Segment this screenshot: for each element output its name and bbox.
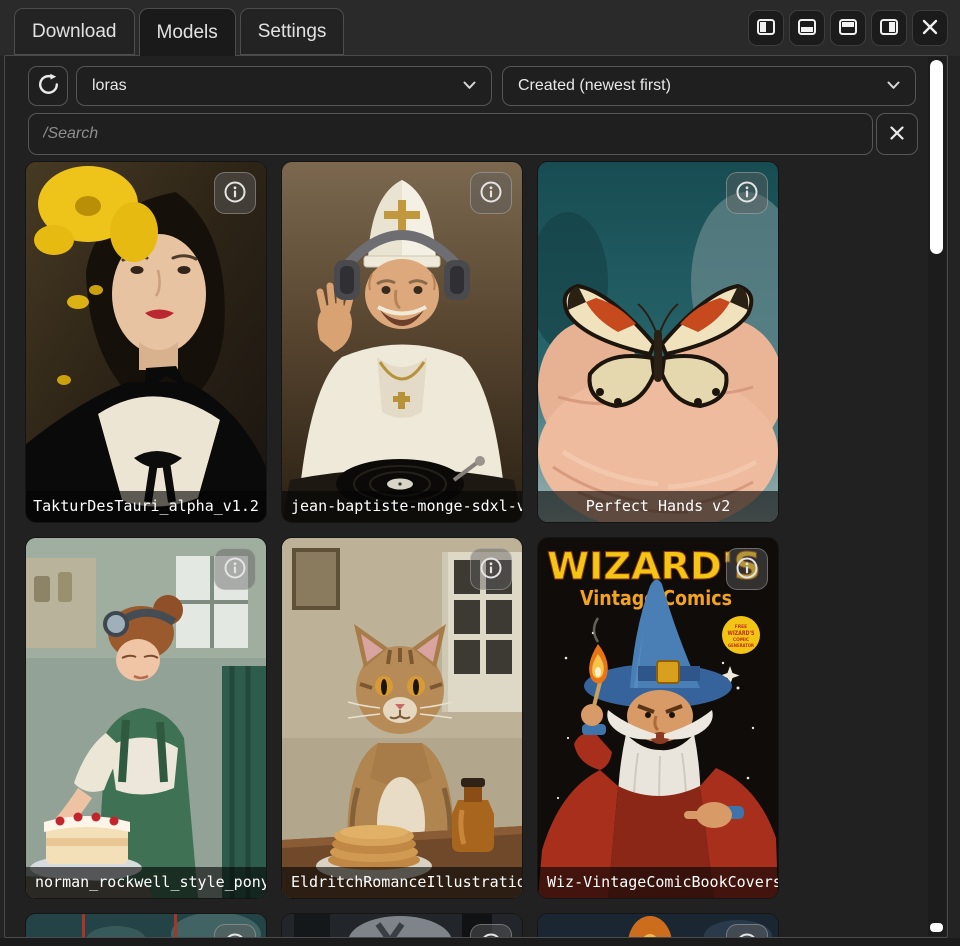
model-type-select[interactable]: loras bbox=[76, 66, 492, 106]
info-button[interactable] bbox=[726, 924, 768, 938]
info-icon bbox=[479, 556, 503, 583]
info-button[interactable] bbox=[470, 924, 512, 938]
split-left-icon bbox=[756, 17, 776, 40]
clear-icon bbox=[889, 125, 905, 144]
layout-dock-bottom-button[interactable] bbox=[789, 10, 825, 46]
svg-text:COMIC: COMIC bbox=[733, 637, 749, 643]
model-card[interactable]: TakturDesTauri_alpha_v1.2 bbox=[26, 162, 266, 522]
info-button[interactable] bbox=[470, 172, 512, 214]
model-card[interactable]: jean-baptiste-monge-sdxl-v bbox=[282, 162, 522, 522]
chevron-down-icon bbox=[463, 77, 476, 95]
info-icon bbox=[479, 180, 503, 207]
refresh-icon bbox=[37, 73, 60, 99]
model-preview-image bbox=[538, 162, 778, 522]
svg-text:WIZARD'S: WIZARD'S bbox=[728, 630, 755, 637]
model-preview-image bbox=[282, 538, 522, 898]
info-icon bbox=[735, 556, 759, 583]
info-button[interactable] bbox=[726, 172, 768, 214]
model-name: jean-baptiste-monge-sdxl-v bbox=[282, 491, 522, 522]
refresh-button[interactable] bbox=[28, 66, 68, 106]
close-icon bbox=[920, 17, 940, 40]
sort-order-value: Created (newest first) bbox=[518, 77, 671, 95]
tab-download[interactable]: Download bbox=[14, 8, 135, 55]
model-preview-image bbox=[26, 162, 266, 522]
dock-bottom-icon bbox=[797, 17, 817, 40]
clear-search-button[interactable] bbox=[876, 113, 918, 155]
tab-models[interactable]: Models bbox=[139, 8, 236, 56]
close-dialog-button[interactable] bbox=[912, 10, 948, 46]
window-title-bar: Download Models Settings bbox=[0, 0, 960, 56]
window-controls bbox=[748, 10, 948, 46]
model-preview-image: WIZARD'S Vintage Comics FREE WIZARD'S CO… bbox=[538, 538, 778, 898]
info-button[interactable] bbox=[470, 548, 512, 590]
info-icon bbox=[223, 556, 247, 583]
search-input[interactable] bbox=[28, 113, 873, 155]
info-button[interactable] bbox=[214, 924, 256, 938]
model-card-partial[interactable] bbox=[282, 914, 522, 938]
info-button[interactable] bbox=[214, 548, 256, 590]
layout-split-right-button[interactable] bbox=[871, 10, 907, 46]
model-card[interactable]: WIZARD'S Vintage Comics FREE WIZARD'S CO… bbox=[538, 538, 778, 898]
model-type-value: loras bbox=[92, 77, 127, 95]
layout-dock-top-button[interactable] bbox=[830, 10, 866, 46]
info-button[interactable] bbox=[726, 548, 768, 590]
models-panel: loras Created (newest first) bbox=[4, 55, 948, 938]
scrollbar-thumb[interactable] bbox=[930, 60, 943, 254]
scrollbar-track[interactable] bbox=[928, 57, 946, 936]
chevron-down-icon bbox=[887, 77, 900, 95]
info-button[interactable] bbox=[214, 172, 256, 214]
tab-settings[interactable]: Settings bbox=[240, 8, 345, 55]
model-card[interactable]: Perfect Hands v2 bbox=[538, 162, 778, 522]
model-preview-image bbox=[26, 538, 266, 898]
dock-top-icon bbox=[838, 17, 858, 40]
svg-text:GENERATOR: GENERATOR bbox=[728, 643, 755, 649]
bottom-edge bbox=[0, 938, 960, 946]
model-name: Perfect Hands v2 bbox=[538, 491, 778, 522]
model-card[interactable]: norman_rockwell_style_pony bbox=[26, 538, 266, 898]
model-card-grid: TakturDesTauri_alpha_v1.2 bbox=[26, 162, 778, 938]
model-name: TakturDesTauri_alpha_v1.2 bbox=[26, 491, 266, 522]
split-right-icon bbox=[879, 17, 899, 40]
model-card-partial[interactable] bbox=[538, 914, 778, 938]
model-name: norman_rockwell_style_pony bbox=[26, 867, 266, 898]
model-card[interactable]: EldritchRomanceIllustratio bbox=[282, 538, 522, 898]
tab-bar: Download Models Settings bbox=[14, 8, 344, 56]
model-name: Wiz-VintageComicBookCovers bbox=[538, 867, 778, 898]
model-preview-image bbox=[282, 162, 522, 522]
info-icon bbox=[735, 180, 759, 207]
model-name: EldritchRomanceIllustratio bbox=[282, 867, 522, 898]
scrollbar-bottom-piece[interactable] bbox=[930, 923, 943, 932]
layout-split-left-button[interactable] bbox=[748, 10, 784, 46]
info-icon bbox=[223, 180, 247, 207]
model-card-partial[interactable] bbox=[26, 914, 266, 938]
sort-order-select[interactable]: Created (newest first) bbox=[502, 66, 916, 106]
